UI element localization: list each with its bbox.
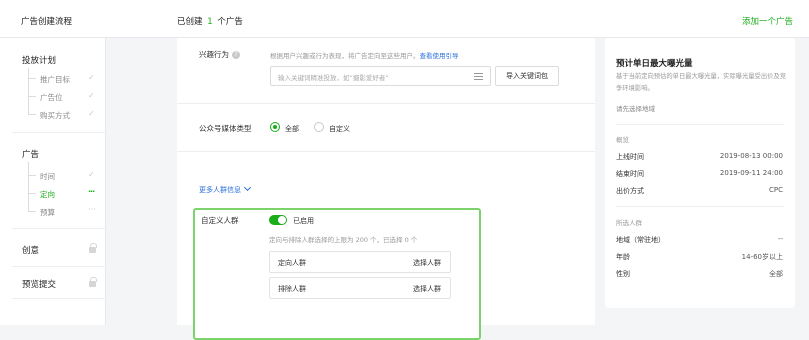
overview-value: CPC xyxy=(769,186,783,194)
interest-label-text: 兴趣行为 xyxy=(199,50,229,59)
select-exclude-audience-button[interactable]: 选择人群 xyxy=(413,284,441,294)
overview-value: 2019-09-11 24:00 xyxy=(719,169,783,177)
audience-value: -- xyxy=(777,235,783,243)
sidebar-item-budget[interactable]: 预算 xyxy=(40,207,55,218)
sidebar-item-targeting[interactable]: 定向 xyxy=(40,189,55,200)
divider xyxy=(177,151,595,152)
select-region-prompt: 请先选择地域 xyxy=(616,105,655,113)
divider xyxy=(616,124,784,125)
overview-key: 结束时间 xyxy=(616,170,644,178)
tree-branch xyxy=(28,78,36,79)
sidebar: 投放计划 推广目标 ✓ 广告位 ✓ 购买方式 ✓ 广告 时间 ✓ 定向 ··· … xyxy=(0,38,106,325)
created-count-label: 已创建 1 个广告 xyxy=(177,15,243,27)
more-audience-info-toggle[interactable]: 更多人群信息 xyxy=(199,183,252,195)
include-audience-label: 定向人群 xyxy=(278,259,306,267)
chevron-down-icon xyxy=(243,183,252,192)
in-progress-icon: ··· xyxy=(88,187,95,196)
overview-title: 概览 xyxy=(616,136,629,144)
divider xyxy=(177,103,595,104)
tree-line xyxy=(28,162,29,212)
tree-line xyxy=(28,68,29,114)
estimate-panel: 预计单日最大曝光量 基于当前定向预估的单日最大曝光量，实际曝光量受出价及竞争环境… xyxy=(605,38,795,308)
select-include-audience-button[interactable]: 选择人群 xyxy=(413,258,441,268)
panel-description: 基于当前定向预估的单日最大曝光量，实际曝光量受出价及竞争环境影响。 xyxy=(616,73,787,92)
exclude-audience-label: 排除人群 xyxy=(278,285,306,293)
lock-icon xyxy=(89,277,97,287)
check-icon: ✓ xyxy=(88,170,95,179)
keyword-input-placeholder: 输入关键词精准投放，如“摄影爱好者” xyxy=(278,74,389,82)
overview-key: 上线时间 xyxy=(616,153,644,161)
sidebar-item-buying[interactable]: 购买方式 xyxy=(40,110,70,121)
toggle-status-label: 已启用 xyxy=(293,217,314,225)
interest-label: 兴趣行为? xyxy=(199,49,240,60)
tree-branch xyxy=(28,175,36,176)
audience-title: 所选人群 xyxy=(616,219,642,227)
sidebar-section-creative[interactable]: 创意 xyxy=(22,244,39,256)
usage-guide-link[interactable]: 查看使用引导 xyxy=(420,52,459,60)
radio-custom-label[interactable]: 自定义 xyxy=(329,124,350,134)
tree-branch xyxy=(28,193,36,194)
interest-hint: 根据用户兴趣或行为表现，将广告定向至这些用户。查看使用引导 xyxy=(270,50,459,60)
flow-title: 广告创建流程 xyxy=(21,17,73,27)
interest-hint-text: 根据用户兴趣或行为表现，将广告定向至这些用户。 xyxy=(270,52,420,60)
top-bar: 广告创建流程 已创建 1 个广告 添加一个广告 xyxy=(0,0,809,38)
divider xyxy=(12,228,106,229)
radio-all-label[interactable]: 全部 xyxy=(285,124,299,134)
more-audience-info-text: 更多人群信息 xyxy=(199,186,241,194)
panel-title: 预计单日最大曝光量 xyxy=(616,59,693,69)
add-ad-link[interactable]: 添加一个广告 xyxy=(742,15,793,27)
custom-audience-section: 自定义人群 已启用 定向与排除人群选择的上限为 200 个，已选择 0 个 定向… xyxy=(193,208,481,340)
sidebar-item-placement[interactable]: 广告位 xyxy=(40,92,63,103)
check-icon: ✓ xyxy=(88,109,95,118)
divider xyxy=(12,266,106,267)
pending-icon: ··· xyxy=(88,205,96,214)
include-audience-row: 定向人群 选择人群 xyxy=(269,251,451,273)
overview-key: 出价方式 xyxy=(616,187,644,195)
audience-key: 年龄 xyxy=(616,253,630,261)
overview-value: 2019-08-13 00:00 xyxy=(719,152,783,160)
targeting-form: 兴趣行为? 根据用户兴趣或行为表现，将广告定向至这些用户。查看使用引导 输入关键… xyxy=(177,38,595,340)
created-prefix: 已创建 xyxy=(177,17,203,27)
tree-branch xyxy=(28,211,36,212)
keyword-input[interactable]: 输入关键词精准投放，如“摄影爱好者” xyxy=(270,66,491,86)
exclude-audience-row: 排除人群 选择人群 xyxy=(269,277,451,299)
lock-icon xyxy=(89,243,97,253)
custom-audience-toggle[interactable] xyxy=(269,215,287,225)
sidebar-section-plan[interactable]: 投放计划 xyxy=(22,54,56,66)
custom-audience-label: 自定义人群 xyxy=(201,216,239,225)
radio-custom[interactable] xyxy=(314,122,324,132)
divider xyxy=(616,206,784,207)
audience-key: 地域（常驻地） xyxy=(616,236,665,244)
selection-limit-note: 定向与排除人群选择的上限为 200 个，已选择 0 个 xyxy=(269,236,418,244)
audience-value: 14-60岁以上 xyxy=(741,253,783,261)
sidebar-section-ad[interactable]: 广告 xyxy=(22,148,39,160)
tree-branch xyxy=(28,114,36,115)
sidebar-section-preview[interactable]: 预览提交 xyxy=(22,278,56,290)
tree-branch xyxy=(28,96,36,97)
radio-all[interactable] xyxy=(270,122,280,132)
check-icon: ✓ xyxy=(88,73,95,82)
media-type-label: 公众号媒体类型 xyxy=(199,124,252,133)
import-keyword-pack-button[interactable]: 导入关键词包 xyxy=(495,66,559,86)
created-count: 1 xyxy=(207,17,213,27)
audience-key: 性别 xyxy=(616,270,630,278)
sidebar-item-time[interactable]: 时间 xyxy=(40,171,55,182)
check-icon: ✓ xyxy=(88,91,95,100)
created-suffix: 个广告 xyxy=(217,17,243,27)
divider xyxy=(12,132,106,133)
divider xyxy=(12,298,106,299)
audience-value: 全部 xyxy=(769,270,783,278)
sidebar-item-objective[interactable]: 推广目标 xyxy=(40,74,70,85)
list-icon[interactable] xyxy=(474,73,483,80)
help-icon[interactable]: ? xyxy=(232,51,240,59)
